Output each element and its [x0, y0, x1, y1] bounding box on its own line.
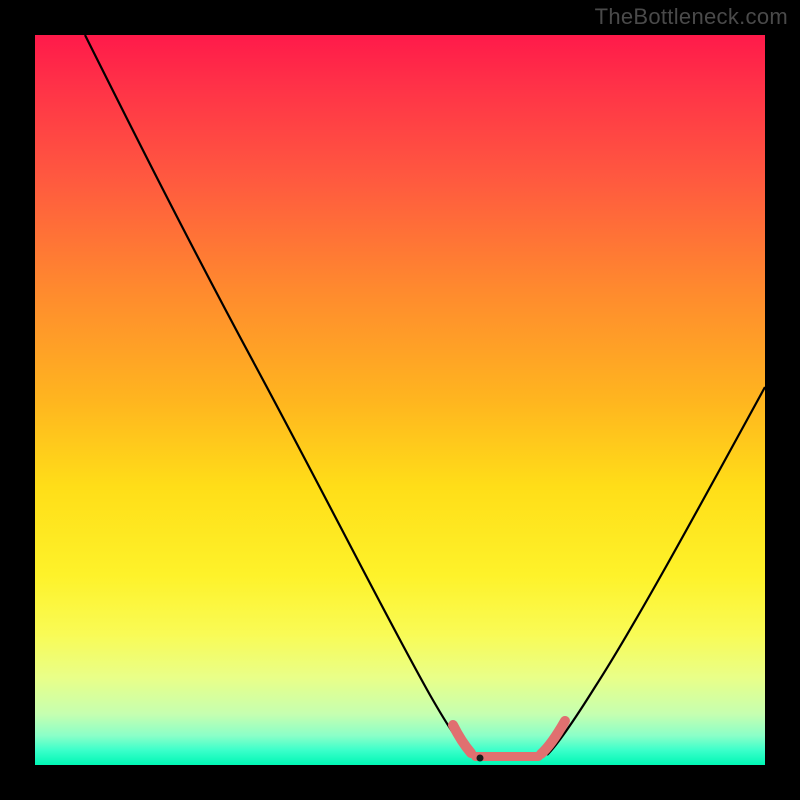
- chart-frame: TheBottleneck.com: [0, 0, 800, 800]
- watermark-text: TheBottleneck.com: [595, 4, 788, 30]
- curve-overlay: [35, 35, 765, 765]
- minimum-point-dot: [477, 755, 484, 762]
- valley-marker-left: [453, 725, 471, 753]
- plot-area: [35, 35, 765, 765]
- left-curve-line: [85, 35, 471, 755]
- right-curve-line: [547, 387, 765, 755]
